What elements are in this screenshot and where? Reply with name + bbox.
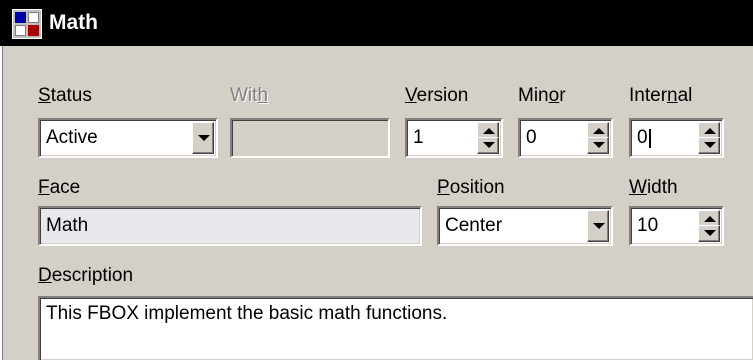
- with-label: With: [230, 85, 269, 106]
- status-dropdown-button[interactable]: [192, 122, 214, 154]
- width-value[interactable]: 10: [637, 208, 658, 244]
- arrow-up-icon: [483, 128, 495, 134]
- arrow-down-icon: [483, 142, 495, 148]
- position-dropdown[interactable]: Center: [437, 206, 613, 246]
- width-decrement-button[interactable]: [698, 225, 720, 242]
- version-value[interactable]: 1: [413, 120, 424, 156]
- title-bar[interactable]: [0, 0, 753, 46]
- face-field[interactable]: Math: [38, 206, 422, 246]
- internal-stepper[interactable]: 0: [629, 118, 724, 158]
- status-label: Status: [38, 85, 92, 106]
- arrow-up-icon: [704, 216, 716, 222]
- text-caret: [648, 128, 651, 148]
- position-dropdown-button[interactable]: [587, 210, 609, 242]
- arrow-down-icon: [593, 142, 605, 148]
- width-stepper[interactable]: 10: [629, 206, 724, 246]
- internal-label: Internal: [629, 85, 693, 106]
- arrow-down-icon: [704, 230, 716, 236]
- minor-decrement-button[interactable]: [587, 137, 609, 154]
- position-label: Position: [437, 177, 505, 198]
- with-field: [230, 118, 390, 158]
- internal-value[interactable]: 0: [637, 127, 648, 149]
- arrow-up-icon: [704, 128, 716, 134]
- chevron-down-icon: [198, 135, 210, 141]
- description-textarea[interactable]: This FBOX implement the basic math funct…: [38, 296, 753, 360]
- version-decrement-button[interactable]: [477, 137, 499, 154]
- minor-value[interactable]: 0: [526, 120, 537, 156]
- chevron-down-icon: [593, 223, 605, 229]
- status-value: Active: [46, 127, 98, 148]
- version-stepper[interactable]: 1: [405, 118, 503, 158]
- status-dropdown[interactable]: Active: [38, 118, 218, 158]
- app-icon[interactable]: [12, 9, 42, 39]
- window-title: Math: [49, 11, 98, 34]
- internal-decrement-button[interactable]: [698, 137, 720, 154]
- arrow-down-icon: [704, 142, 716, 148]
- minor-stepper[interactable]: 0: [518, 118, 613, 158]
- description-label: Description: [38, 265, 134, 286]
- width-label: Width: [629, 177, 678, 198]
- face-value: Math: [46, 215, 89, 236]
- position-value: Center: [445, 215, 503, 236]
- minor-label: Minor: [518, 85, 566, 106]
- version-label: Version: [405, 85, 469, 106]
- arrow-up-icon: [593, 128, 605, 134]
- face-label: Face: [38, 177, 81, 198]
- description-value[interactable]: This FBOX implement the basic math funct…: [46, 303, 447, 325]
